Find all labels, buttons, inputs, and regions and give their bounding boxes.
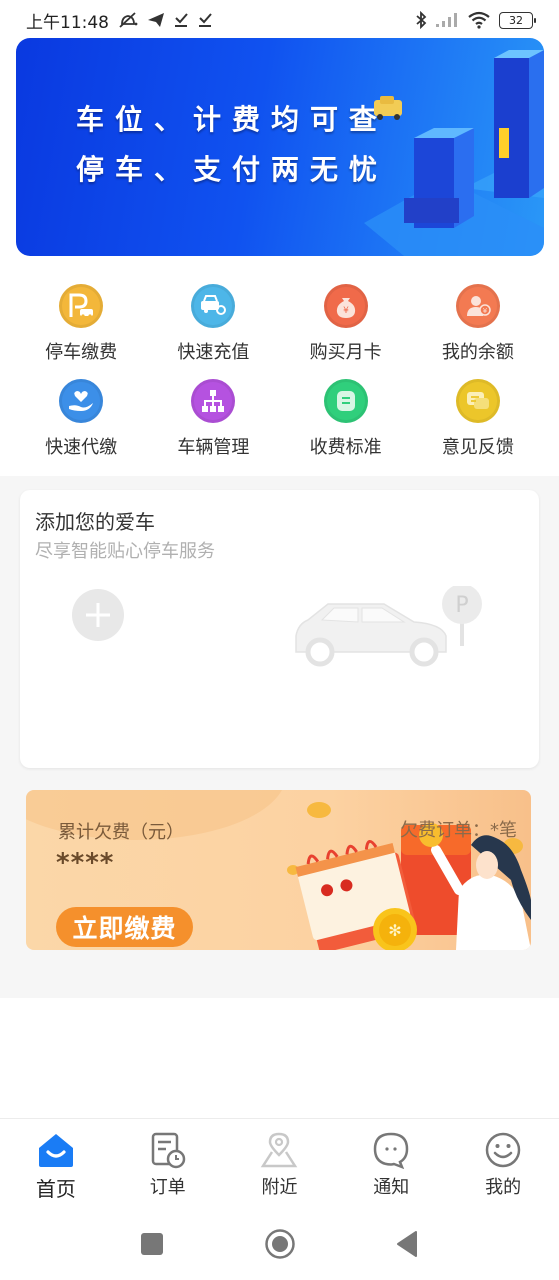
download-icon bbox=[197, 10, 213, 30]
tab-home[interactable]: 首页 bbox=[0, 1119, 112, 1208]
tab-orders[interactable]: 订单 bbox=[112, 1119, 224, 1208]
add-car-button[interactable] bbox=[72, 589, 124, 641]
heart-hand-icon bbox=[59, 379, 104, 423]
home-icon bbox=[37, 1131, 75, 1169]
add-car-subtitle: 尽享智能贴心停车服务 bbox=[35, 541, 215, 562]
menu-label: 意见反馈 bbox=[441, 437, 514, 458]
arrears-label: 累计欠费（元） bbox=[58, 822, 184, 843]
parking-pay-icon bbox=[59, 284, 104, 328]
menu-item-buy-monthly-card[interactable]: ¥ 购买月卡 bbox=[280, 270, 412, 365]
home-button[interactable] bbox=[216, 1228, 344, 1260]
tab-nearby[interactable]: 附近 bbox=[224, 1119, 336, 1208]
location-icon bbox=[260, 1131, 298, 1169]
add-car-title: 添加您的爱车 bbox=[35, 510, 155, 534]
back-triangle-icon bbox=[396, 1231, 417, 1257]
car-illustration: P bbox=[295, 586, 482, 667]
smile-icon bbox=[484, 1131, 522, 1169]
tab-label: 订单 bbox=[149, 1177, 186, 1198]
signal-icon bbox=[435, 10, 459, 30]
download-icon bbox=[173, 10, 189, 30]
message-doc-icon bbox=[323, 379, 368, 423]
tab-profile[interactable]: 我的 bbox=[447, 1119, 559, 1208]
menu-label: 购买月卡 bbox=[309, 342, 382, 363]
svg-text:✻: ✻ bbox=[388, 921, 401, 940]
feedback-chat-icon bbox=[455, 379, 500, 423]
menu-label: 车辆管理 bbox=[177, 437, 250, 458]
money-bag-icon: ¥ bbox=[323, 284, 368, 328]
arrears-banner[interactable]: ✻ 累计欠费（元） **** 欠费订单：*笔 立即缴费 bbox=[26, 790, 531, 950]
wifi-icon bbox=[467, 10, 491, 30]
circle-home-icon bbox=[264, 1229, 295, 1259]
chat-icon bbox=[372, 1131, 410, 1169]
parking-sign: P bbox=[455, 593, 468, 618]
menu-item-fee-standard[interactable]: 收费标准 bbox=[280, 365, 412, 460]
status-time: 上午11:48 bbox=[26, 12, 109, 33]
org-chart-icon bbox=[191, 379, 236, 423]
arrears-amount: **** bbox=[56, 848, 115, 878]
back-button[interactable] bbox=[344, 1230, 472, 1258]
tab-label: 附近 bbox=[261, 1177, 298, 1198]
svg-text:¥: ¥ bbox=[483, 307, 488, 315]
add-car-card[interactable]: 添加您的爱车 尽享智能贴心停车服务 P bbox=[20, 490, 539, 768]
payment-illustration: ✻ bbox=[287, 802, 531, 950]
plus-icon bbox=[86, 603, 110, 627]
menu-item-parking-pay[interactable]: 停车缴费 bbox=[15, 270, 147, 365]
square-icon bbox=[140, 1233, 163, 1255]
recents-button[interactable] bbox=[88, 1232, 216, 1256]
city-illustration bbox=[364, 50, 544, 256]
bottom-tab-bar: 首页 订单 附近 通知 我的 bbox=[0, 1118, 559, 1208]
car-recharge-icon bbox=[191, 284, 236, 328]
tab-label: 我的 bbox=[485, 1177, 522, 1198]
pay-now-button[interactable]: 立即缴费 bbox=[56, 907, 193, 947]
battery-icon: 32 bbox=[499, 11, 536, 29]
arrears-orders-count: 欠费订单：*笔 bbox=[400, 820, 517, 841]
banner-line-1: 车位、计费均可查 bbox=[76, 103, 389, 136]
menu-label: 收费标准 bbox=[309, 437, 382, 458]
menu-item-quick-proxy-pay[interactable]: 快速代缴 bbox=[15, 365, 147, 460]
promo-banner[interactable]: 车位、计费均可查 停车、支付两无忧 bbox=[16, 38, 544, 256]
menu-label: 停车缴费 bbox=[45, 342, 118, 363]
menu-item-my-balance[interactable]: ¥ 我的余额 bbox=[412, 270, 544, 365]
mute-alarm-icon bbox=[117, 10, 139, 30]
tab-label: 首页 bbox=[35, 1177, 76, 1201]
tab-notifications[interactable]: 通知 bbox=[335, 1119, 447, 1208]
svg-text:¥: ¥ bbox=[343, 306, 349, 316]
menu-label: 我的余额 bbox=[441, 342, 514, 363]
menu-item-vehicle-management[interactable]: 车辆管理 bbox=[147, 365, 279, 460]
menu-label: 快速充值 bbox=[177, 342, 250, 363]
order-icon bbox=[149, 1131, 187, 1169]
telegram-icon bbox=[147, 10, 165, 30]
status-bar: 上午11:48 32 bbox=[0, 0, 559, 40]
system-nav-bar bbox=[0, 1208, 559, 1280]
quick-menu: 停车缴费 快速充值 ¥ 购买月卡 ¥ 我的余额 快速代缴 车辆管理 收费标准 意… bbox=[0, 270, 559, 476]
tab-label: 通知 bbox=[373, 1177, 410, 1198]
menu-item-quick-recharge[interactable]: 快速充值 bbox=[147, 270, 279, 365]
user-balance-icon: ¥ bbox=[455, 284, 500, 328]
menu-item-feedback[interactable]: 意见反馈 bbox=[412, 365, 544, 460]
bluetooth-icon bbox=[415, 10, 427, 30]
banner-line-2: 停车、支付两无忧 bbox=[76, 153, 389, 186]
menu-label: 快速代缴 bbox=[45, 437, 118, 458]
